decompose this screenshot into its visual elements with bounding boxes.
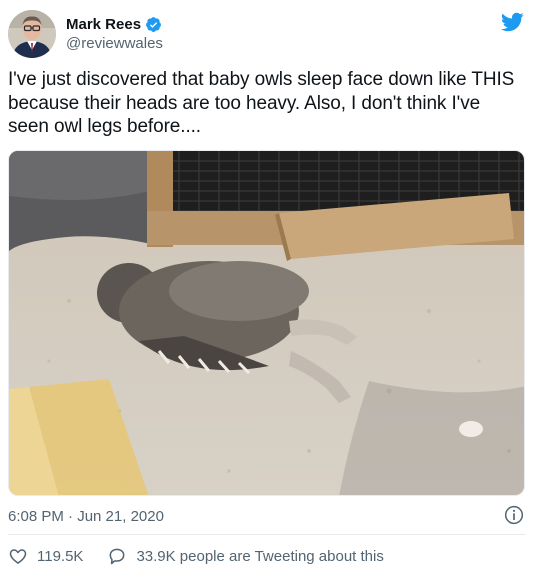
author-name[interactable]: Mark Rees bbox=[66, 16, 141, 33]
timestamp[interactable]: 6:08 PM · Jun 21, 2020 bbox=[8, 508, 164, 525]
conversation-button[interactable]: 33.9K people are Tweeting about this bbox=[107, 546, 384, 566]
info-icon[interactable] bbox=[504, 505, 524, 525]
like-count: 119.5K bbox=[37, 547, 84, 565]
name-row: Mark Rees bbox=[66, 14, 163, 34]
owl-photo-image bbox=[9, 151, 524, 495]
author-block: Mark Rees @reviewwales bbox=[66, 14, 163, 53]
avatar-image bbox=[8, 10, 56, 58]
tweet-text: I've just discovered that baby owls slee… bbox=[8, 69, 515, 137]
avatar[interactable] bbox=[8, 10, 56, 58]
tweet-card: Mark Rees @reviewwales I've just discove… bbox=[0, 0, 534, 568]
conversation-text: 33.9K people are Tweeting about this bbox=[136, 547, 384, 565]
tweet-photo[interactable] bbox=[8, 150, 525, 496]
author-handle[interactable]: @reviewwales bbox=[66, 35, 163, 52]
tweet-meta: 6:08 PM · Jun 21, 2020 bbox=[8, 505, 526, 527]
speech-bubble-icon bbox=[110, 548, 125, 565]
divider bbox=[8, 534, 526, 535]
action-bar: 119.5K 33.9K people are Tweeting about t… bbox=[8, 545, 384, 567]
heart-icon bbox=[9, 549, 27, 564]
like-button[interactable]: 119.5K bbox=[8, 546, 83, 566]
twitter-bird-icon[interactable] bbox=[500, 10, 524, 34]
verified-badge-icon bbox=[145, 16, 162, 33]
